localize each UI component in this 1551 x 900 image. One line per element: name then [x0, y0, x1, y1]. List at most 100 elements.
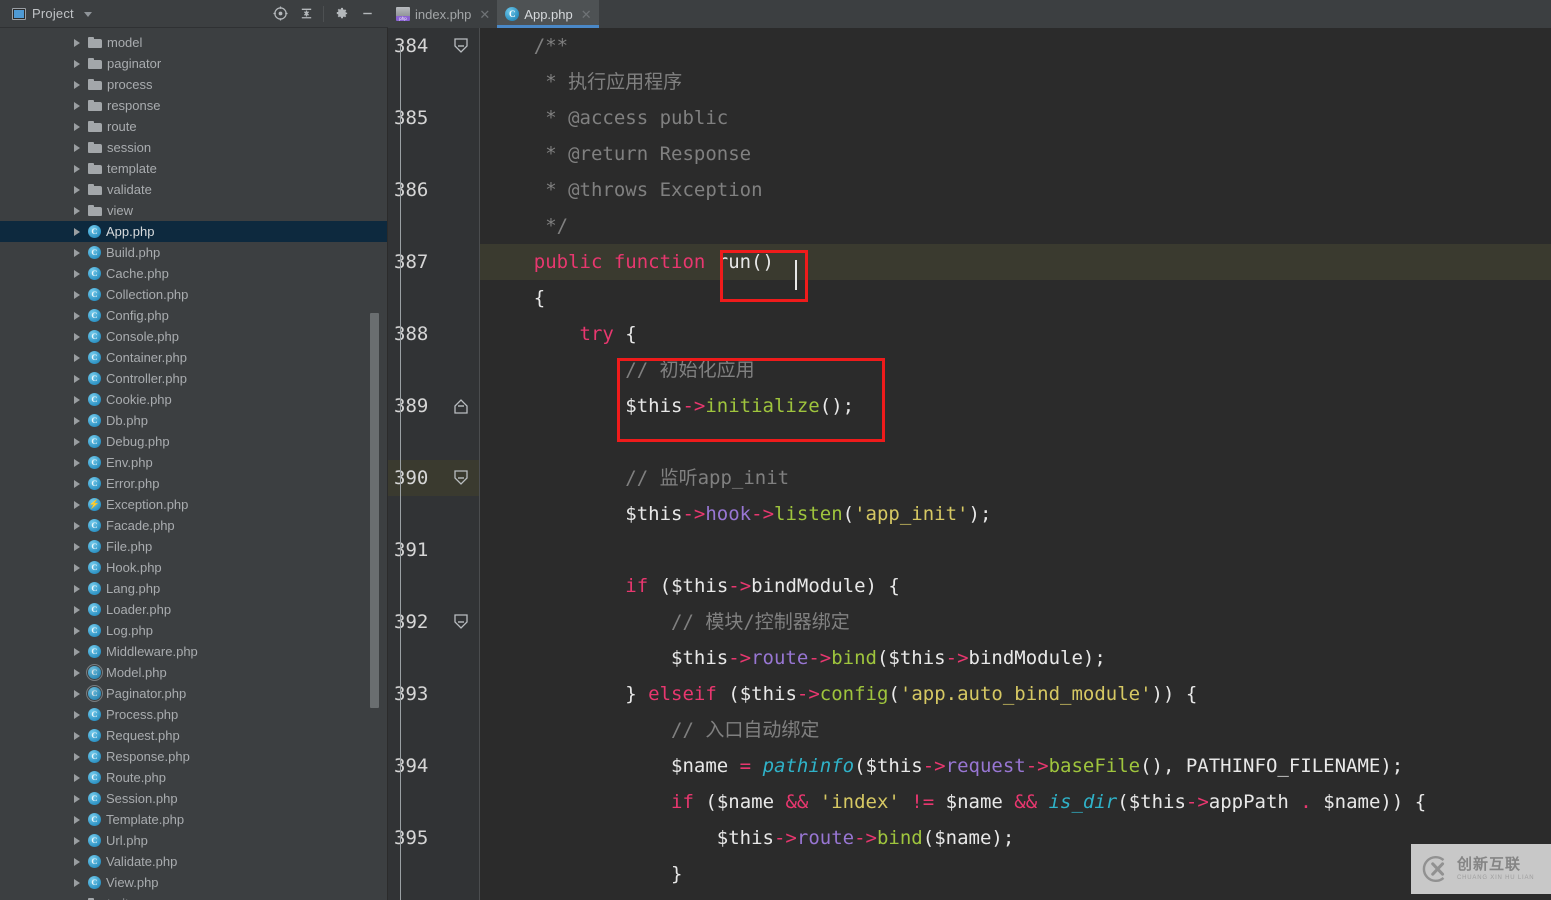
code-line-393[interactable]: // 初始化应用 [480, 352, 1551, 388]
chevron-right-icon[interactable] [74, 38, 80, 47]
chevron-right-icon[interactable] [74, 773, 80, 782]
chevron-right-icon[interactable] [74, 479, 80, 488]
tree-item-validate[interactable]: validate [0, 179, 387, 200]
tree-item-app-php[interactable]: C App.php [0, 221, 387, 242]
gutter-line-396[interactable]: 396 [388, 892, 479, 900]
tree-item-template[interactable]: template [0, 158, 387, 179]
tree-item-session-php[interactable]: C Session.php [0, 788, 387, 809]
editor-code-area[interactable]: /** * 执行应用程序 * @access public * @return … [480, 28, 1551, 900]
code-editor[interactable]: 3843853863873883893903913923933943953963… [388, 28, 1551, 900]
chevron-right-icon[interactable] [74, 731, 80, 740]
chevron-right-icon[interactable] [74, 101, 80, 110]
gutter-line-391[interactable]: 391 [388, 532, 479, 568]
chevron-right-icon[interactable] [74, 122, 80, 131]
tree-item-container-php[interactable]: C Container.php [0, 347, 387, 368]
code-line-390[interactable]: public function run() [480, 244, 1551, 280]
tree-item-cookie-php[interactable]: C Cookie.php [0, 389, 387, 410]
chevron-right-icon[interactable] [74, 227, 80, 236]
tree-item-model[interactable]: model [0, 32, 387, 53]
chevron-right-icon[interactable] [74, 521, 80, 530]
gutter-line-388[interactable]: 388 [388, 316, 479, 352]
code-line-401[interactable]: $this->route->bind($this->bindModule); [480, 640, 1551, 676]
tree-item-view-php[interactable]: C View.php [0, 872, 387, 893]
tree-item-facade-php[interactable]: C Facade.php [0, 515, 387, 536]
chevron-right-icon[interactable] [74, 416, 80, 425]
tree-item-env-php[interactable]: C Env.php [0, 452, 387, 473]
tree-item-error-php[interactable]: C Error.php [0, 473, 387, 494]
chevron-right-icon[interactable] [74, 752, 80, 761]
chevron-right-icon[interactable] [74, 605, 80, 614]
editor-tab-index-php[interactable]: php index.php ✕ [388, 0, 498, 28]
editor-gutter[interactable]: 3843853863873883893903913923933943953963… [388, 28, 480, 900]
chevron-right-icon[interactable] [74, 689, 80, 698]
tree-item-controller-php[interactable]: C Controller.php [0, 368, 387, 389]
project-panel-title-group[interactable]: Project [0, 6, 92, 21]
chevron-right-icon[interactable] [74, 290, 80, 299]
tree-item-process[interactable]: process [0, 74, 387, 95]
code-line-406[interactable]: $this->route->bind($name); [480, 820, 1551, 856]
project-tree-panel[interactable]: model paginator process response route sessio… [0, 28, 388, 900]
tree-item-middleware-php[interactable]: C Middleware.php [0, 641, 387, 662]
chevron-right-icon[interactable] [74, 311, 80, 320]
tree-item-collection-php[interactable]: C Collection.php [0, 284, 387, 305]
tree-item-db-php[interactable]: C Db.php [0, 410, 387, 431]
chevron-right-icon[interactable] [74, 500, 80, 509]
tree-item-request-php[interactable]: C Request.php [0, 725, 387, 746]
code-line-407[interactable]: } [480, 856, 1551, 892]
tree-item-loader-php[interactable]: C Loader.php [0, 599, 387, 620]
code-line-386[interactable]: * @access public [480, 100, 1551, 136]
editor-tab-app-php[interactable]: C App.php ✕ [497, 0, 599, 28]
chevron-right-icon[interactable] [74, 836, 80, 845]
tree-item-response[interactable]: response [0, 95, 387, 116]
code-line-403[interactable]: // 入口自动绑定 [480, 712, 1551, 748]
chevron-right-icon[interactable] [74, 794, 80, 803]
chevron-right-icon[interactable] [74, 542, 80, 551]
chevron-down-icon[interactable] [83, 12, 92, 17]
code-line-402[interactable]: } elseif ($this->config('app.auto_bind_m… [480, 676, 1551, 712]
code-line-392[interactable]: try { [480, 316, 1551, 352]
tree-item-view[interactable]: view [0, 200, 387, 221]
chevron-right-icon[interactable] [74, 626, 80, 635]
tree-item-route[interactable]: route [0, 116, 387, 137]
tree-item-paginator-php[interactable]: C Paginator.php [0, 683, 387, 704]
chevron-right-icon[interactable] [74, 710, 80, 719]
tree-item-template-php[interactable]: C Template.php [0, 809, 387, 830]
close-icon[interactable]: ✕ [581, 8, 592, 21]
chevron-right-icon[interactable] [74, 143, 80, 152]
tree-item-debug-php[interactable]: C Debug.php [0, 431, 387, 452]
gear-icon[interactable] [328, 1, 354, 27]
code-line-397[interactable]: $this->hook->listen('app_init'); [480, 496, 1551, 532]
fold-marker-icon[interactable] [449, 388, 475, 424]
tree-item-build-php[interactable]: C Build.php [0, 242, 387, 263]
gutter-line-393[interactable]: 393 [388, 676, 479, 712]
tree-item-session[interactable]: session [0, 137, 387, 158]
code-line-399[interactable]: if ($this->bindModule) { [480, 568, 1551, 604]
chevron-right-icon[interactable] [74, 332, 80, 341]
locate-icon[interactable] [267, 1, 293, 27]
chevron-right-icon[interactable] [74, 878, 80, 887]
code-line-395[interactable] [480, 424, 1551, 460]
chevron-right-icon[interactable] [74, 59, 80, 68]
sidebar-scrollbar-thumb[interactable] [370, 313, 379, 708]
code-line-394[interactable]: $this->initialize(); [480, 388, 1551, 424]
chevron-right-icon[interactable] [74, 269, 80, 278]
tree-item-paginator[interactable]: paginator [0, 53, 387, 74]
chevron-right-icon[interactable] [74, 857, 80, 866]
tree-item-traits[interactable]: traits [0, 893, 387, 900]
gutter-line-392[interactable]: 392 [388, 604, 479, 640]
code-line-400[interactable]: // 模块/控制器绑定 [480, 604, 1551, 640]
tree-item-model-php[interactable]: C Model.php [0, 662, 387, 683]
gutter-line-394[interactable]: 394 [388, 748, 479, 784]
close-icon[interactable]: ✕ [479, 8, 490, 21]
chevron-right-icon[interactable] [74, 248, 80, 257]
code-line-405[interactable]: if ($name && 'index' != $name && is_dir(… [480, 784, 1551, 820]
chevron-right-icon[interactable] [74, 206, 80, 215]
chevron-right-icon[interactable] [74, 437, 80, 446]
gutter-line-390[interactable]: 390 [388, 460, 479, 496]
code-line-384[interactable]: /** [480, 28, 1551, 64]
chevron-right-icon[interactable] [74, 395, 80, 404]
tree-item-hook-php[interactable]: C Hook.php [0, 557, 387, 578]
tree-item-log-php[interactable]: C Log.php [0, 620, 387, 641]
code-line-387[interactable]: * @return Response [480, 136, 1551, 172]
tree-item-route-php[interactable]: C Route.php [0, 767, 387, 788]
